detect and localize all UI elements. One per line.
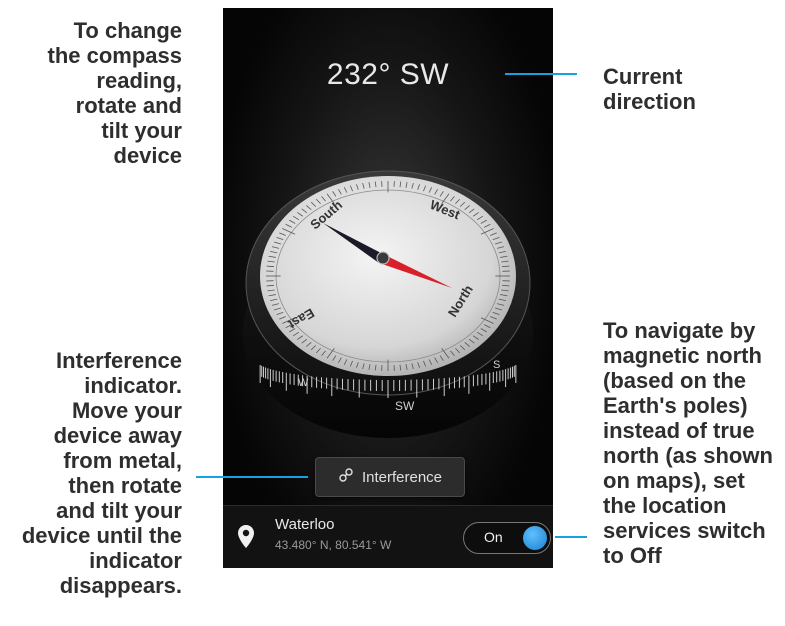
interference-button[interactable]: Interference [315, 457, 465, 497]
drum-label-w: W [298, 377, 309, 389]
location-services-switch[interactable]: On [463, 522, 551, 554]
phone-screen: 232° SW South West North East W SW S Int… [223, 8, 553, 568]
location-bar: Waterloo 43.480° N, 80.541° W On [223, 505, 553, 568]
callout-line-switch [555, 536, 587, 538]
interference-label: Interference [361, 468, 443, 486]
drum-label-s: S [493, 359, 500, 371]
drum-label-sw: SW [395, 399, 415, 413]
switch-knob[interactable] [523, 526, 547, 550]
callout-line-interference [196, 476, 308, 478]
link-icon [338, 467, 354, 487]
callout-current-direction: Current direction [603, 64, 696, 114]
location-pin-icon [237, 524, 255, 555]
compass-face [260, 176, 516, 376]
callout-line-current [505, 73, 577, 75]
switch-label: On [484, 529, 503, 545]
location-coordinates: 43.480° N, 80.541° W [275, 538, 392, 552]
location-name: Waterloo [275, 516, 335, 533]
needle-pivot [376, 251, 390, 265]
callout-magnetic-north: To navigate by magnetic north (based on … [603, 318, 773, 568]
callout-change-reading: To change the compass reading, rotate an… [47, 18, 183, 168]
callout-interference: Interference indicator. Move your device… [21, 348, 182, 598]
